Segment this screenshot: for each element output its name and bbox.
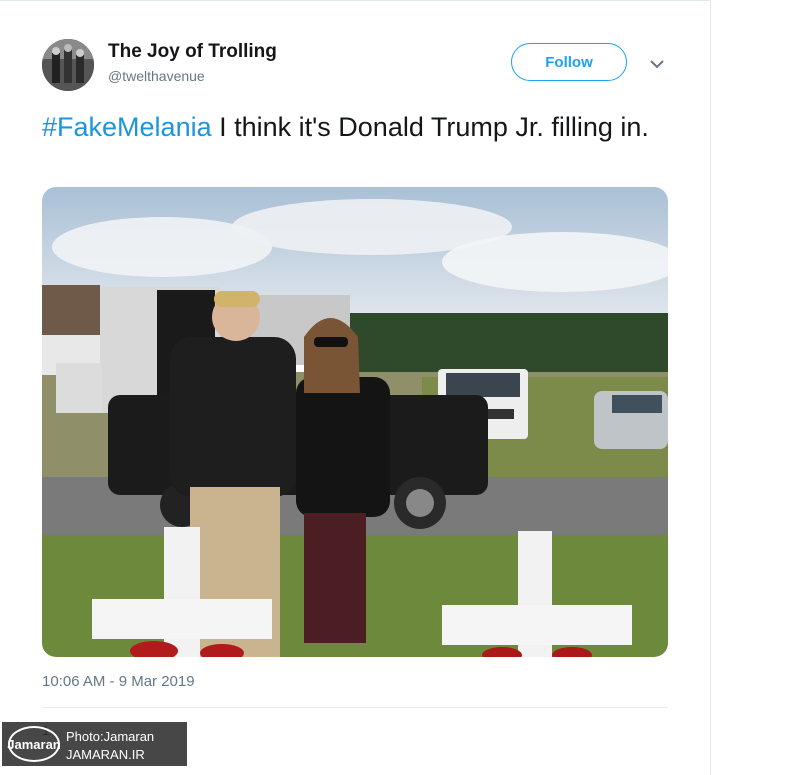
avatar[interactable]	[42, 39, 94, 91]
jamaran-logo: Jamaran	[7, 726, 61, 762]
photo-credit-watermark: Jamaran Photo:Jamaran JAMARAN.IR	[2, 722, 187, 766]
tweet-photo[interactable]	[42, 187, 668, 657]
avatar-photo	[42, 39, 94, 91]
user-handle[interactable]: @twelthavenue	[108, 68, 205, 84]
photo-scene	[42, 187, 668, 657]
tweet-timestamp[interactable]: 10:06 AM - 9 Mar 2019	[42, 673, 195, 690]
follow-button[interactable]: Follow	[511, 43, 627, 81]
hashtag-link[interactable]: #FakeMelania	[42, 112, 212, 142]
tweet-body: I think it's Donald Trump Jr. filling in…	[211, 112, 649, 142]
photo-credit-line: Photo:Jamaran	[66, 729, 155, 744]
divider	[42, 707, 668, 708]
display-name[interactable]: The Joy of Trolling	[108, 41, 277, 63]
tweet-card: The Joy of Trolling @twelthavenue Follow…	[0, 0, 711, 775]
source-site-line: JAMARAN.IR	[66, 747, 145, 762]
chevron-down-icon[interactable]	[648, 55, 666, 73]
tweet-text: #FakeMelania I think it's Donald Trump J…	[42, 109, 662, 145]
